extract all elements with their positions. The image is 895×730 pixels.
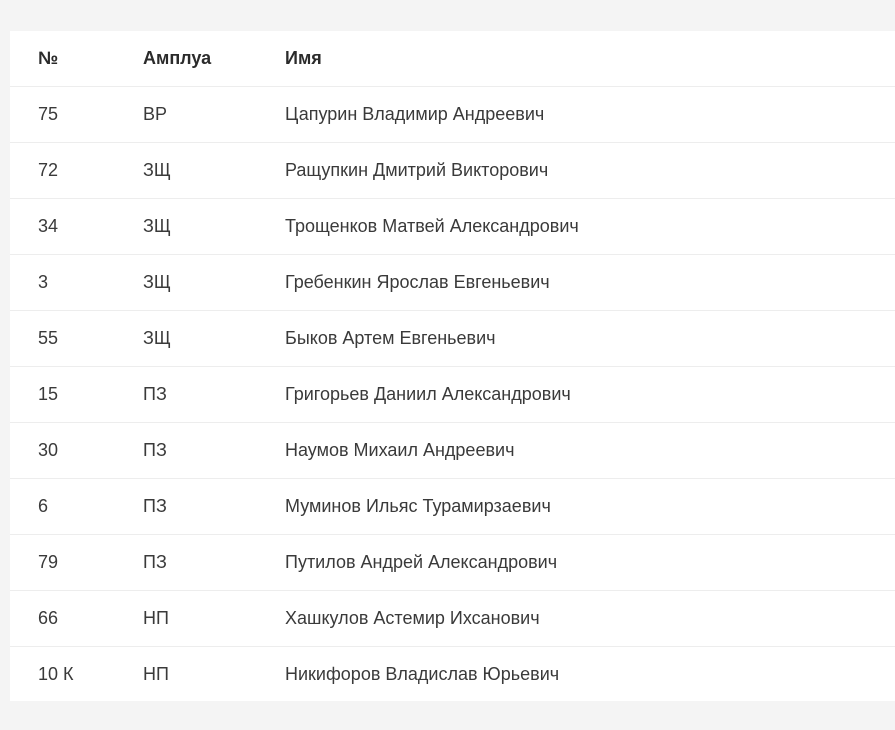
table-row: 66 НП Хашкулов Астемир Ихсанович	[10, 590, 895, 647]
cell-name: Путилов Андрей Александрович	[285, 534, 895, 591]
cell-number: 34	[10, 198, 143, 255]
cell-role: ЗЩ	[143, 142, 285, 199]
cell-number: 3	[10, 254, 143, 311]
cell-role: НП	[143, 590, 285, 647]
cell-number: 6	[10, 478, 143, 535]
table-row: 30 ПЗ Наумов Михаил Андреевич	[10, 422, 895, 479]
table-row: 55 ЗЩ Быков Артем Евгеньевич	[10, 310, 895, 367]
cell-number: 15	[10, 366, 143, 423]
header-number: №	[38, 48, 59, 68]
table-row: 3 ЗЩ Гребенкин Ярослав Евгеньевич	[10, 254, 895, 311]
table-row: 72 ЗЩ Ращупкин Дмитрий Викторович	[10, 142, 895, 199]
cell-number: 66	[10, 590, 143, 647]
table-row: 6 ПЗ Муминов Ильяс Турамирзаевич	[10, 478, 895, 535]
table-row: 10 К НП Никифоров Владислав Юрьевич	[10, 646, 895, 702]
cell-name: Григорьев Даниил Александрович	[285, 366, 895, 423]
table-row: 34 ЗЩ Трощенков Матвей Александрович	[10, 198, 895, 255]
cell-number: 55	[10, 310, 143, 367]
table-row: 15 ПЗ Григорьев Даниил Александрович	[10, 366, 895, 423]
header-name: Имя	[285, 48, 322, 68]
cell-number: 75	[10, 86, 143, 143]
cell-name: Хашкулов Астемир Ихсанович	[285, 590, 895, 647]
cell-name: Быков Артем Евгеньевич	[285, 310, 895, 367]
cell-role: ПЗ	[143, 422, 285, 479]
cell-role: ЗЩ	[143, 310, 285, 367]
cell-name: Наумов Михаил Андреевич	[285, 422, 895, 479]
cell-number: 79	[10, 534, 143, 591]
cell-role: НП	[143, 646, 285, 702]
header-role: Амплуа	[143, 48, 212, 68]
table-header-row: № Амплуа Имя	[10, 31, 895, 87]
cell-name: Ращупкин Дмитрий Викторович	[285, 142, 895, 199]
cell-name: Муминов Ильяс Турамирзаевич	[285, 478, 895, 535]
cell-role: ПЗ	[143, 478, 285, 535]
cell-role: ЗЩ	[143, 254, 285, 311]
roster-card: № Амплуа Имя 75 ВР Цапурин Владимир Андр…	[10, 31, 895, 702]
cell-role: ВР	[143, 86, 285, 143]
table-row: 79 ПЗ Путилов Андрей Александрович	[10, 534, 895, 591]
cell-name: Гребенкин Ярослав Евгеньевич	[285, 254, 895, 311]
cell-name: Никифоров Владислав Юрьевич	[285, 646, 895, 702]
cell-number: 30	[10, 422, 143, 479]
cell-role: ПЗ	[143, 366, 285, 423]
cell-number: 72	[10, 142, 143, 199]
cell-name: Трощенков Матвей Александрович	[285, 198, 895, 255]
cell-role: ЗЩ	[143, 198, 285, 255]
table-row: 75 ВР Цапурин Владимир Андреевич	[10, 86, 895, 143]
cell-role: ПЗ	[143, 534, 285, 591]
cell-name: Цапурин Владимир Андреевич	[285, 86, 895, 143]
roster-table: № Амплуа Имя 75 ВР Цапурин Владимир Андр…	[10, 31, 895, 702]
cell-number: 10 К	[10, 646, 143, 702]
